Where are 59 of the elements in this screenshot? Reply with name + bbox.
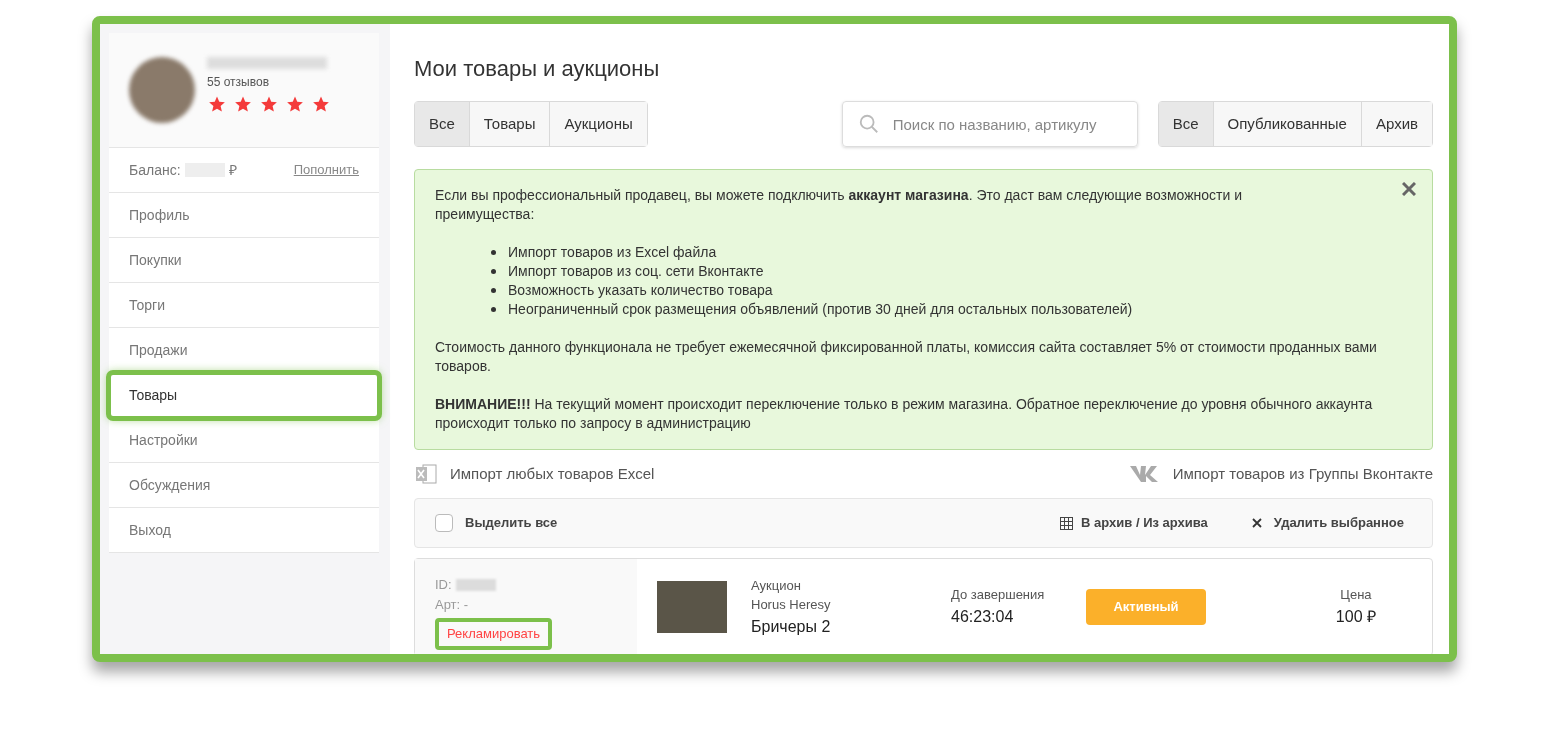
balance-label: Баланс:	[129, 160, 181, 180]
blurred-id	[455, 578, 496, 591]
filter-tab[interactable]: Товары	[468, 102, 550, 146]
filter-tab[interactable]: Архив	[1360, 102, 1432, 146]
ends-label: До завершения	[951, 586, 1046, 605]
benefit-text: Возможность указать количество товара	[508, 281, 773, 300]
bullet-icon	[491, 250, 496, 255]
top-up-link[interactable]: Пополнить	[293, 160, 359, 180]
filter-tab[interactable]: Аукционы	[549, 102, 647, 146]
sidebar-item[interactable]: Профиль	[109, 193, 379, 238]
sidebar-item[interactable]: Товары	[109, 373, 379, 418]
sidebar-item[interactable]: Покупки	[109, 238, 379, 283]
archive-button[interactable]: В архив / Из архива	[1081, 513, 1208, 533]
bullet-icon	[491, 269, 496, 274]
search-field[interactable]: Поиск по названию, артикулу	[841, 101, 1138, 147]
page-title: Мои товары и аукционы	[414, 55, 661, 83]
star-icon	[207, 95, 227, 113]
select-all-checkbox[interactable]	[435, 514, 453, 532]
time-left: 46:23:04	[951, 606, 1015, 627]
avatar	[129, 57, 195, 123]
filter-tab[interactable]: Опубликованные	[1212, 102, 1361, 146]
benefit-text: Импорт товаров из Excel файла	[508, 243, 717, 262]
excel-import-link[interactable]: Импорт любых товаров Excel	[450, 462, 655, 486]
select-all-label: Выделить все	[465, 514, 558, 533]
sidebar-item[interactable]: Обсуждения	[109, 463, 379, 508]
bullet-icon	[491, 288, 496, 293]
star-icon	[311, 95, 331, 113]
article-text: Арт: -	[435, 595, 470, 614]
listing-type: Аукцион	[751, 576, 802, 595]
sidebar-item[interactable]: Выход	[109, 508, 379, 553]
filter-tab[interactable]: Все	[415, 102, 469, 146]
star-icon	[233, 95, 253, 113]
photo-placeholder	[657, 581, 727, 633]
price-value: 100 ₽	[1335, 606, 1376, 627]
close-icon	[1251, 518, 1262, 528]
bullet-icon	[491, 307, 496, 312]
product-name: Бричеры 2	[751, 616, 832, 637]
star-icon	[259, 95, 279, 113]
close-icon[interactable]	[1402, 182, 1416, 196]
spreadsheet-icon	[414, 462, 438, 486]
category-text: Horus Heresy	[751, 596, 832, 614]
delete-button[interactable]: Удалить выбранное	[1273, 513, 1404, 533]
status-badge: Активный	[1086, 589, 1206, 625]
vk-import-link[interactable]: Импорт товаров из Группы Вконтакте	[1172, 462, 1433, 486]
price-label: Цена	[1340, 586, 1372, 605]
grid-icon	[1060, 516, 1074, 530]
sidebar-item[interactable]: Торги	[109, 283, 379, 328]
reviews-count: 55 отзывов	[207, 74, 270, 91]
warning-text: ВНИМАНИЕ!!! На текущий момент происходит переключение только в режим магазина. Обратное переключение до уровня обычного аккаунта происходит только по запросу в администрацию	[435, 395, 1374, 433]
cost-text: Стоимость данного функционала не требует ежемесячной фиксированной платы, комиссия сайта составляет 5% от стоимости проданных вами товаров.	[435, 338, 1378, 376]
benefit-text: Импорт товаров из соц. сети Вконтакте	[508, 262, 764, 281]
sidebar-item[interactable]: Настройки	[109, 418, 379, 463]
benefit-text: Неограниченный срок размещения объявлений (против 30 дней для остальных пользователей)	[508, 300, 1133, 319]
id-label: ID:	[435, 576, 452, 594]
currency-sign: ₽	[228, 160, 237, 180]
star-icon	[285, 95, 305, 113]
search-icon	[857, 113, 880, 135]
notice-intro: Если вы профессиональный продавец, вы можете подключить аккаунт магазина. Это даст вам следующие возможности и преимущества:	[435, 186, 1243, 224]
filter-tab[interactable]: Все	[1158, 102, 1213, 146]
